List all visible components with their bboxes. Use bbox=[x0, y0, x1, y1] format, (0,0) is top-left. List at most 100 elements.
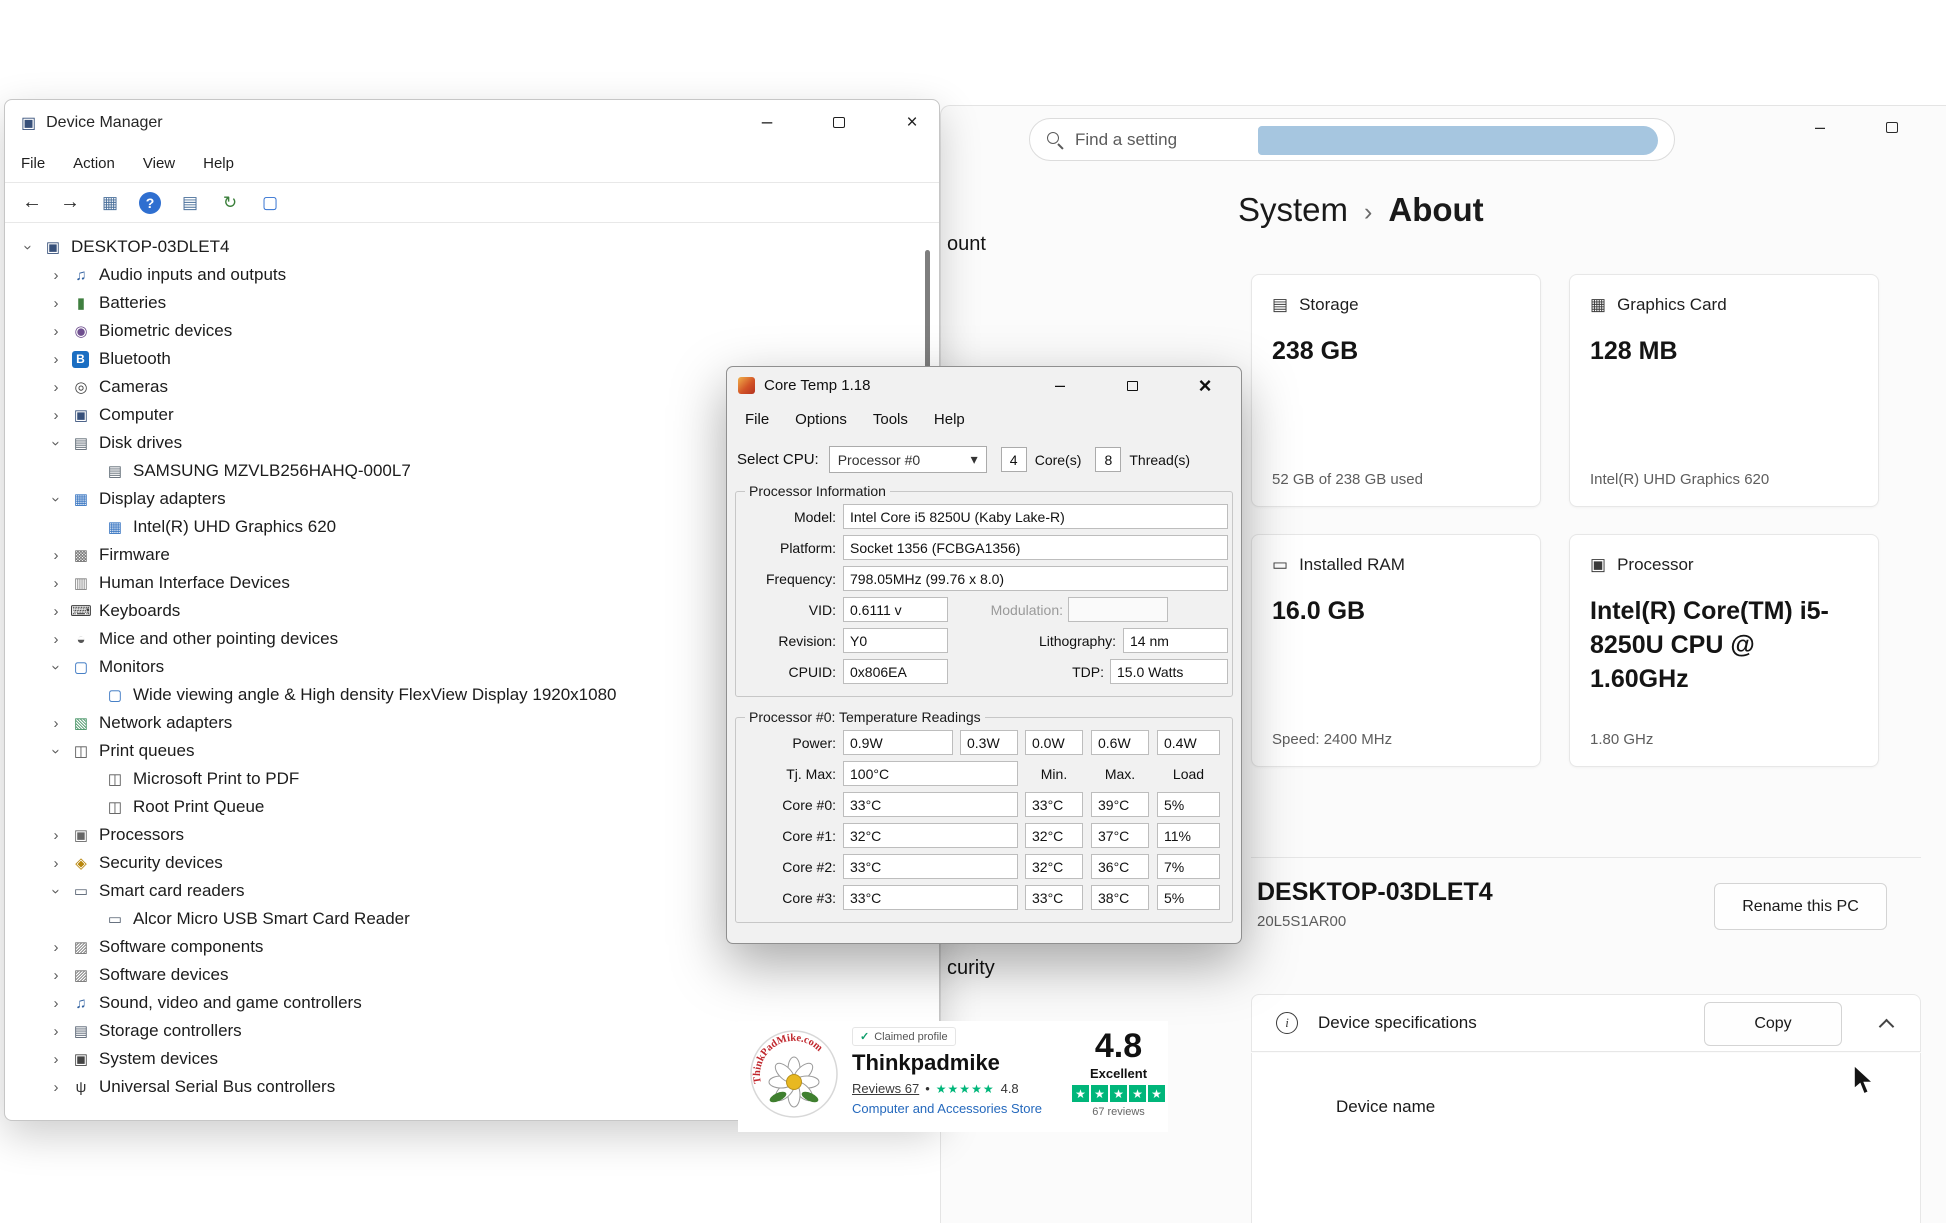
chevron-expanded-icon[interactable]: › bbox=[48, 430, 65, 456]
pc-model: 20L5S1AR00 bbox=[1257, 913, 1493, 930]
threads-label: Thread(s) bbox=[1129, 452, 1190, 468]
chevron-collapsed-icon[interactable]: › bbox=[43, 575, 69, 592]
title-bar: ▣ Device Manager – × bbox=[5, 100, 939, 145]
inline-rating: 4.8 bbox=[1001, 1081, 1019, 1096]
core-label: Core #1: bbox=[736, 828, 836, 844]
page-title: About bbox=[1388, 191, 1483, 229]
chevron-collapsed-icon[interactable]: › bbox=[43, 995, 69, 1012]
core-temp-row: Core #2:33°C32°C36°C7% bbox=[736, 854, 1232, 879]
chevron-expanded-icon[interactable]: › bbox=[20, 234, 37, 260]
tree-item[interactable]: ›▮Batteries bbox=[5, 289, 917, 317]
chevron-collapsed-icon[interactable]: › bbox=[43, 1023, 69, 1040]
close-button[interactable]: × bbox=[1941, 108, 1946, 146]
chevron-collapsed-icon[interactable]: › bbox=[43, 603, 69, 620]
chevron-collapsed-icon[interactable]: › bbox=[43, 1079, 69, 1096]
star-icon: ★ bbox=[936, 1082, 948, 1096]
maximize-button[interactable] bbox=[1112, 367, 1152, 404]
inline-stars: ★★★★★ bbox=[936, 1081, 995, 1096]
select-cpu-label: Select CPU: bbox=[737, 451, 819, 468]
bullet-separator: • bbox=[925, 1081, 930, 1096]
back-arrow-icon[interactable]: ← bbox=[19, 191, 45, 214]
sound-icon: ♫ bbox=[69, 995, 93, 1012]
minimize-button[interactable]: – bbox=[1040, 367, 1080, 404]
menu-view[interactable]: View bbox=[129, 155, 189, 172]
power-label: Power: bbox=[736, 735, 836, 751]
star-icon: ★ bbox=[1129, 1085, 1146, 1102]
card-detail: Speed: 2400 MHz bbox=[1272, 731, 1392, 748]
chevron-collapsed-icon[interactable]: › bbox=[43, 1051, 69, 1068]
tjmax-field: 100°C bbox=[843, 761, 1018, 786]
tree-item-label: Software devices bbox=[99, 965, 228, 985]
forward-arrow-icon[interactable]: → bbox=[57, 191, 83, 214]
chevron-collapsed-icon[interactable]: › bbox=[43, 379, 69, 396]
computer-icon: ▣ bbox=[69, 406, 93, 424]
maximize-button[interactable] bbox=[1869, 108, 1915, 146]
tree-item[interactable]: ›▨ Software devices bbox=[5, 961, 917, 989]
close-button[interactable]: × bbox=[1185, 367, 1225, 404]
chevron-collapsed-icon[interactable]: › bbox=[43, 855, 69, 872]
chevron-collapsed-icon[interactable]: › bbox=[43, 323, 69, 340]
tree-item[interactable]: ›◉Biometric devices bbox=[5, 317, 917, 345]
help-icon[interactable]: ? bbox=[139, 192, 161, 214]
chevron-expanded-icon[interactable]: › bbox=[48, 654, 65, 680]
chevron-up-icon[interactable] bbox=[1879, 1019, 1895, 1035]
breadcrumb: System › About bbox=[1238, 191, 1484, 229]
menu-tools[interactable]: Tools bbox=[860, 411, 921, 428]
software-icon: ▨ bbox=[69, 966, 93, 984]
menu-help[interactable]: Help bbox=[189, 155, 248, 172]
menu-file[interactable]: File bbox=[7, 155, 59, 172]
tree-item[interactable]: ›♫Audio inputs and outputs bbox=[5, 261, 917, 289]
device-specifications-expander[interactable]: i Device specifications Copy bbox=[1251, 994, 1921, 1052]
store-category-link[interactable]: Computer and Accessories Store bbox=[852, 1101, 1068, 1116]
chevron-collapsed-icon[interactable]: › bbox=[43, 407, 69, 424]
chevron-expanded-icon[interactable]: › bbox=[48, 738, 65, 764]
claimed-profile-badge: ✓ Claimed profile bbox=[852, 1027, 956, 1046]
coretemp-window: Core Temp 1.18 – × File Options Tools He… bbox=[726, 366, 1242, 944]
ram-icon: ▭ bbox=[1272, 555, 1288, 575]
temperature-readings-group: Processor #0: Temperature Readings Power… bbox=[735, 709, 1233, 923]
remote-desktop-icon[interactable]: ▢ bbox=[255, 190, 285, 216]
chevron-expanded-icon[interactable]: › bbox=[48, 878, 65, 904]
chevron-expanded-icon[interactable]: › bbox=[48, 486, 65, 512]
tdp-label: TDP: bbox=[948, 664, 1104, 680]
minimize-button[interactable]: – bbox=[1797, 108, 1843, 146]
tree-item-label: Intel(R) UHD Graphics 620 bbox=[133, 517, 336, 537]
chevron-collapsed-icon[interactable]: › bbox=[43, 715, 69, 732]
properties-icon[interactable]: ▤ bbox=[175, 190, 205, 216]
menu-action[interactable]: Action bbox=[59, 155, 129, 172]
menu-file[interactable]: File bbox=[732, 411, 782, 428]
mouse-cursor bbox=[1852, 1064, 1880, 1096]
chevron-collapsed-icon[interactable]: › bbox=[43, 351, 69, 368]
chevron-collapsed-icon[interactable]: › bbox=[43, 827, 69, 844]
tree-item[interactable]: ›♫Sound, video and game controllers bbox=[5, 989, 917, 1017]
copy-button[interactable]: Copy bbox=[1704, 1002, 1842, 1046]
camera-icon: ◎ bbox=[69, 378, 93, 396]
close-button[interactable]: × bbox=[889, 100, 935, 145]
keyboard-icon: ⌨ bbox=[69, 602, 93, 620]
chevron-collapsed-icon[interactable]: › bbox=[43, 547, 69, 564]
reviews-link[interactable]: Reviews 67 bbox=[852, 1081, 919, 1096]
maximize-button[interactable] bbox=[816, 100, 862, 145]
tree-item-label: Root Print Queue bbox=[133, 797, 264, 817]
console-tree-icon[interactable]: ▦ bbox=[95, 190, 125, 216]
minimize-button[interactable]: – bbox=[744, 100, 790, 145]
cpu-select[interactable]: Processor #0 ▾ bbox=[829, 446, 987, 473]
chevron-collapsed-icon[interactable]: › bbox=[43, 939, 69, 956]
menu-help[interactable]: Help bbox=[921, 411, 978, 428]
menu-options[interactable]: Options bbox=[782, 411, 860, 428]
chevron-collapsed-icon[interactable]: › bbox=[43, 295, 69, 312]
card-title: Processor bbox=[1617, 555, 1694, 575]
tree-item[interactable]: ›▣DESKTOP-03DLET4 bbox=[5, 233, 917, 261]
star-icon: ★ bbox=[983, 1082, 995, 1096]
rename-pc-button[interactable]: Rename this PC bbox=[1714, 883, 1887, 930]
revision-field: Y0 bbox=[843, 628, 948, 653]
min-column-header: Min. bbox=[1025, 766, 1083, 782]
card-title: Installed RAM bbox=[1299, 555, 1405, 575]
chevron-collapsed-icon[interactable]: › bbox=[43, 631, 69, 648]
breadcrumb-system[interactable]: System bbox=[1238, 191, 1348, 229]
section-divider bbox=[1251, 857, 1921, 858]
scan-hardware-icon[interactable]: ↻ bbox=[215, 190, 245, 216]
chevron-collapsed-icon[interactable]: › bbox=[43, 967, 69, 984]
search-input[interactable]: Find a setting bbox=[1029, 118, 1675, 161]
chevron-collapsed-icon[interactable]: › bbox=[43, 267, 69, 284]
